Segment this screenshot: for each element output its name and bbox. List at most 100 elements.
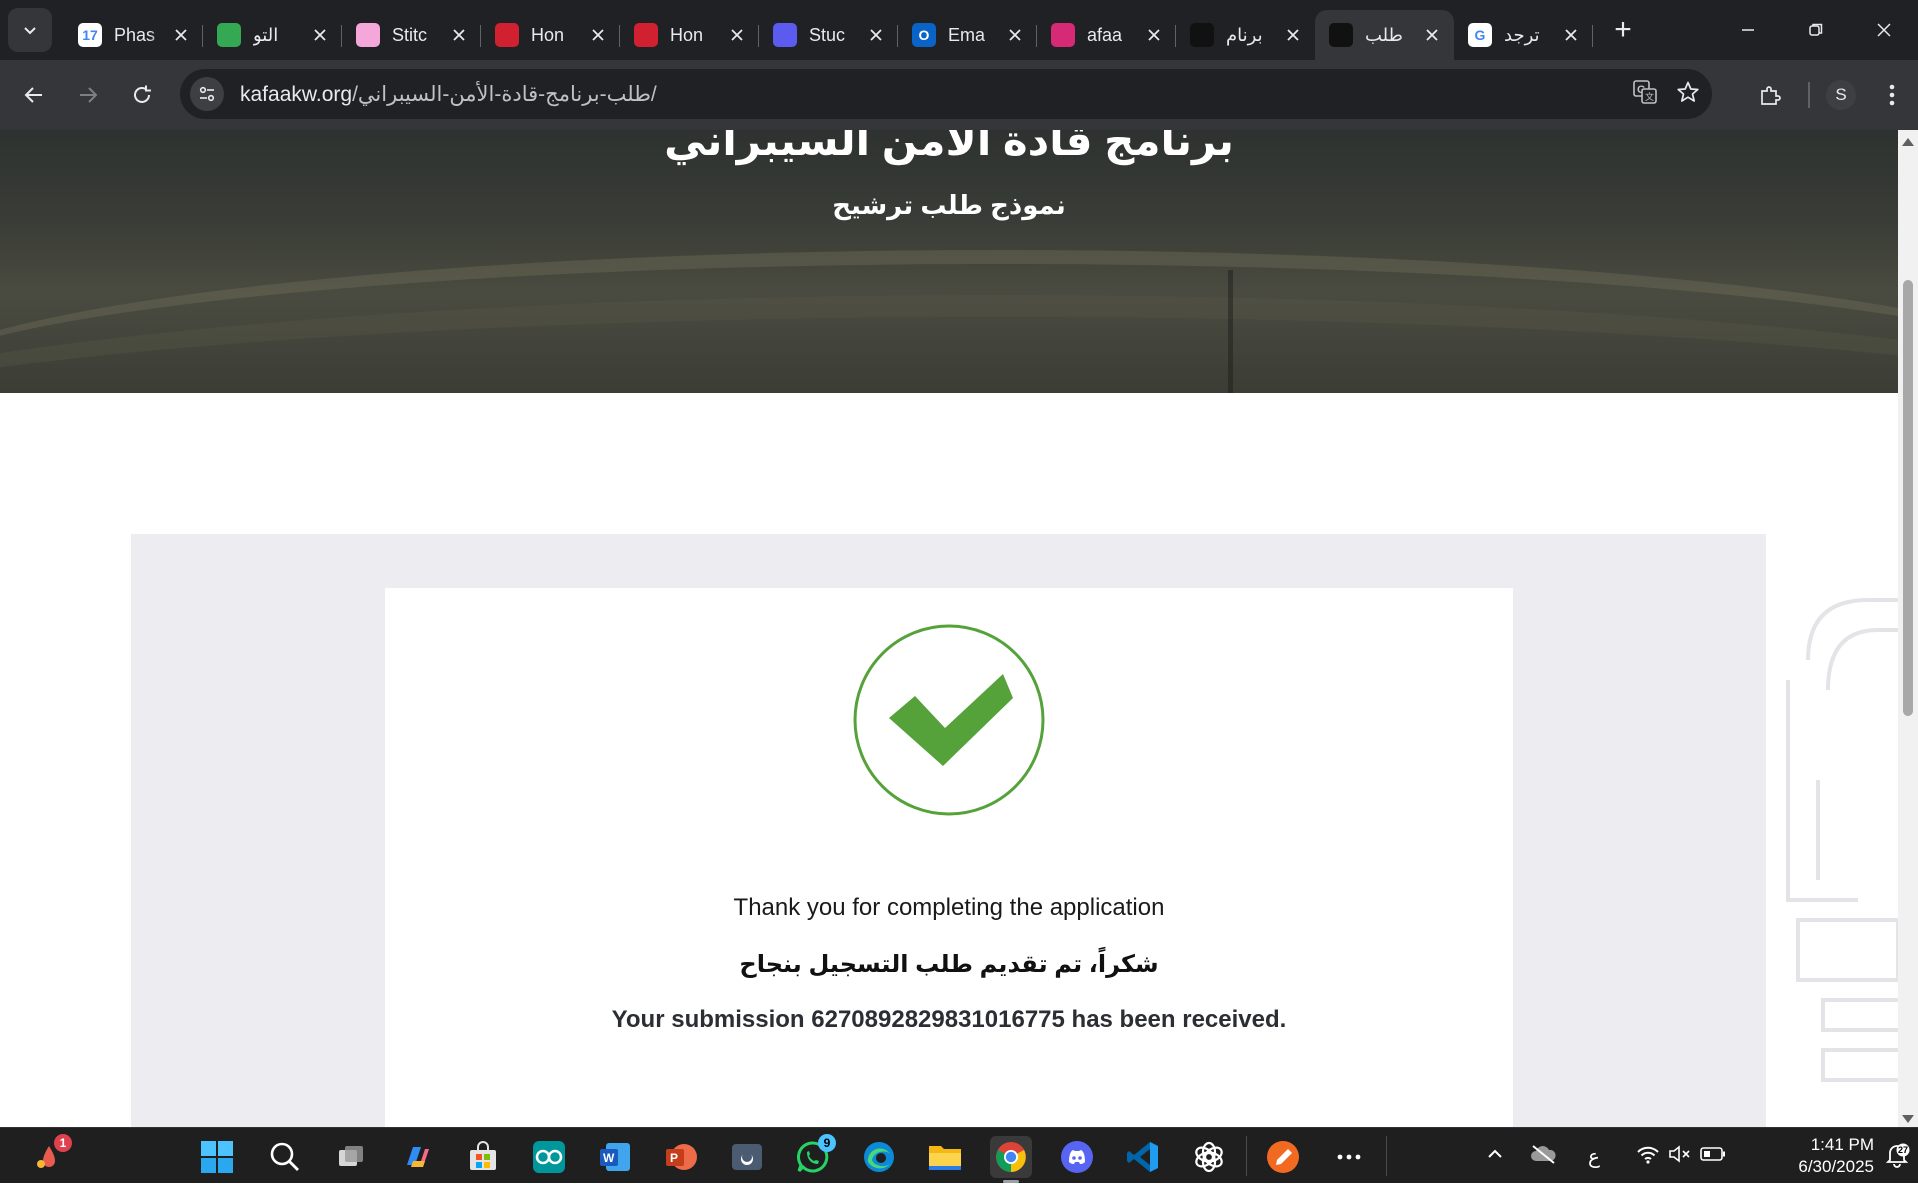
taskbar-discord[interactable] bbox=[1056, 1136, 1098, 1178]
taskbar-microsoft-store[interactable] bbox=[462, 1136, 504, 1178]
taskbar-word[interactable]: W bbox=[594, 1136, 636, 1178]
browser-tab[interactable]: التو bbox=[203, 11, 342, 59]
star-icon bbox=[1677, 81, 1699, 102]
close-icon bbox=[314, 29, 326, 41]
tab-close-button[interactable] bbox=[171, 25, 191, 45]
reload-button[interactable] bbox=[120, 73, 164, 117]
tab-close-button[interactable] bbox=[1005, 25, 1025, 45]
show-hidden-icons-button[interactable] bbox=[1486, 1145, 1504, 1168]
restore-button[interactable] bbox=[1782, 0, 1850, 60]
tab-close-button[interactable] bbox=[449, 25, 469, 45]
taskbar-clock[interactable]: 1:41 PM 6/30/2025 bbox=[1798, 1134, 1874, 1178]
bookmark-star-button[interactable] bbox=[1676, 80, 1700, 109]
tab-close-button[interactable] bbox=[310, 25, 330, 45]
volume-muted-icon bbox=[1669, 1144, 1690, 1163]
close-icon bbox=[1009, 29, 1021, 41]
wifi-button[interactable] bbox=[1636, 1144, 1660, 1169]
browser-tab[interactable]: Hon bbox=[481, 11, 620, 59]
submission-confirmation: Your submission 6270892829831016775 has … bbox=[611, 1006, 1287, 1033]
tab-close-button[interactable] bbox=[1144, 25, 1164, 45]
search-button[interactable] bbox=[264, 1136, 306, 1178]
taskbar-pen-app[interactable] bbox=[1262, 1136, 1304, 1178]
hero-banner: برنامج قادة الأمن السيبراني نموذج طلب تر… bbox=[0, 130, 1898, 393]
taskbar-chatgpt[interactable] bbox=[1188, 1136, 1230, 1178]
restore-icon bbox=[1809, 23, 1823, 36]
volume-button[interactable] bbox=[1668, 1144, 1692, 1169]
back-button[interactable] bbox=[12, 73, 56, 117]
windows-taskbar: 1 W P 9 ع 1:41 PM 6/30/2025 27 bbox=[0, 1127, 1918, 1183]
weather-badge: 1 bbox=[54, 1134, 72, 1152]
close-window-button[interactable] bbox=[1850, 0, 1918, 60]
browser-tab[interactable]: 17 Phas bbox=[64, 11, 203, 59]
site-info-button[interactable] bbox=[190, 77, 224, 111]
taskbar-whatsapp[interactable]: 9 bbox=[792, 1134, 836, 1178]
close-icon bbox=[175, 29, 187, 41]
tab-close-button[interactable] bbox=[588, 25, 608, 45]
chevron-up-icon bbox=[1488, 1149, 1502, 1158]
notification-count: 27 bbox=[1898, 1145, 1908, 1155]
taskbar-divider bbox=[1386, 1136, 1387, 1176]
hero-background-tower bbox=[1228, 270, 1233, 393]
arrow-right-icon bbox=[80, 87, 98, 103]
chevron-down-icon bbox=[24, 27, 36, 35]
page-scrollbar[interactable] bbox=[1898, 130, 1918, 1127]
battery-button[interactable] bbox=[1700, 1146, 1726, 1167]
browser-tab[interactable]: برنام bbox=[1176, 11, 1315, 59]
close-icon bbox=[1877, 23, 1891, 37]
instagram-icon bbox=[1051, 23, 1075, 47]
tab-title: Hon bbox=[670, 24, 704, 45]
taskbar-arduino[interactable] bbox=[528, 1136, 570, 1178]
tab-close-button[interactable] bbox=[1283, 25, 1303, 45]
start-button[interactable] bbox=[196, 1136, 238, 1178]
browser-tab[interactable]: Stuc bbox=[759, 11, 898, 59]
close-icon bbox=[1565, 29, 1577, 41]
taskbar-file-explorer[interactable] bbox=[924, 1136, 966, 1178]
browser-tab[interactable]: O Ema bbox=[898, 11, 1037, 59]
scrollbar-thumb[interactable] bbox=[1903, 280, 1913, 716]
scroll-up-arrow[interactable] bbox=[1902, 138, 1914, 146]
tab-search-button[interactable] bbox=[8, 8, 52, 52]
browser-menu-button[interactable] bbox=[1870, 84, 1914, 106]
task-view-button[interactable] bbox=[330, 1136, 372, 1178]
tab-close-button[interactable] bbox=[866, 25, 886, 45]
taskbar-edge[interactable] bbox=[858, 1136, 900, 1178]
browser-tab[interactable]: Hon bbox=[620, 11, 759, 59]
tab-title: Phas bbox=[114, 24, 156, 45]
taskbar-chrome[interactable] bbox=[990, 1136, 1032, 1183]
browser-tab[interactable]: afaa bbox=[1037, 11, 1176, 59]
tab-title: Hon bbox=[531, 24, 565, 45]
taskbar-app[interactable] bbox=[726, 1136, 768, 1178]
translate-button[interactable]: G文 bbox=[1632, 79, 1658, 110]
web-page: برنامج قادة الأمن السيبراني نموذج طلب تر… bbox=[0, 130, 1918, 1127]
onedrive-button[interactable] bbox=[1530, 1144, 1556, 1169]
taskbar-overflow-button[interactable] bbox=[1328, 1136, 1370, 1178]
tab-close-button[interactable] bbox=[1561, 25, 1581, 45]
tab-title: Stuc bbox=[809, 24, 846, 45]
forward-button[interactable] bbox=[66, 73, 110, 117]
confirmation-card: Thank you for completing the application… bbox=[385, 588, 1513, 1127]
pen-icon bbox=[1267, 1141, 1299, 1173]
puzzle-icon bbox=[1761, 86, 1781, 105]
scroll-down-arrow[interactable] bbox=[1902, 1115, 1914, 1123]
tab-title: التو bbox=[253, 24, 279, 45]
browser-tab[interactable]: Stitc bbox=[342, 11, 481, 59]
profile-avatar[interactable]: S bbox=[1826, 80, 1856, 110]
browser-tab[interactable]: طلب bbox=[1315, 10, 1454, 60]
taskbar-vscode[interactable] bbox=[1122, 1136, 1164, 1178]
input-language-indicator[interactable]: ع bbox=[1588, 1144, 1600, 1169]
arduino-icon bbox=[533, 1141, 565, 1173]
minimize-button[interactable] bbox=[1714, 0, 1782, 60]
discord-icon bbox=[1061, 1141, 1093, 1173]
new-tab-button[interactable]: + bbox=[1601, 8, 1645, 52]
extensions-button[interactable] bbox=[1748, 83, 1792, 107]
tab-close-button[interactable] bbox=[1422, 25, 1442, 45]
browser-tab[interactable]: G ترجد bbox=[1454, 11, 1593, 59]
taskbar-copilot[interactable] bbox=[396, 1136, 438, 1178]
minimize-icon bbox=[1742, 29, 1754, 31]
address-bar[interactable]: kafaakw.org/طلب-برنامج-قادة-الأمن-السيبر… bbox=[180, 69, 1712, 119]
taskbar-powerpoint[interactable]: P bbox=[660, 1136, 702, 1178]
weather-widget[interactable]: 1 bbox=[28, 1134, 72, 1178]
reload-icon bbox=[134, 85, 151, 103]
tab-close-button[interactable] bbox=[727, 25, 747, 45]
notification-center-button[interactable]: 27 bbox=[1884, 1142, 1910, 1173]
